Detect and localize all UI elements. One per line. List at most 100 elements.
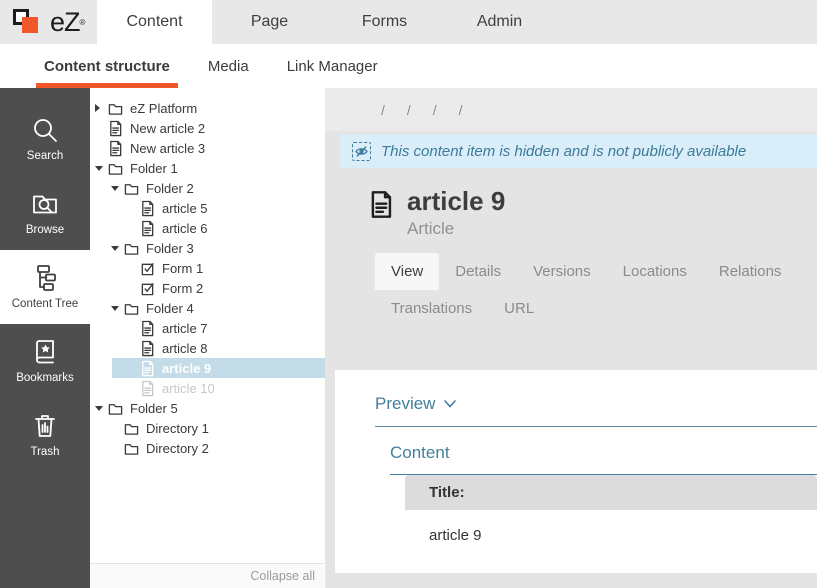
content-tabs: View Details Versions Locations Relation… bbox=[375, 253, 817, 327]
tree-item[interactable]: Form 1 bbox=[90, 258, 325, 278]
sidebar-item[interactable]: Bookmarks bbox=[0, 324, 90, 398]
content-title-block: article 9 Article bbox=[325, 168, 817, 239]
content-tab-label: URL bbox=[504, 300, 534, 317]
tree-item[interactable]: Directory 2 bbox=[90, 438, 325, 458]
tree-toggle-icon[interactable] bbox=[111, 306, 124, 311]
content-tab-label: Translations bbox=[391, 300, 472, 317]
content-fields-section: Content Title: article 9 bbox=[390, 443, 817, 565]
main-nav-tabs: Content Page Forms Admin bbox=[97, 0, 557, 44]
folder-icon bbox=[108, 160, 123, 177]
tree-item-label: article 10 bbox=[162, 381, 215, 396]
collapse-all-button[interactable]: Collapse all bbox=[250, 569, 315, 583]
tree-item-label: Form 2 bbox=[162, 281, 203, 296]
tree-item-label: Folder 1 bbox=[130, 161, 178, 176]
main-nav-tab-label: Page bbox=[251, 13, 288, 30]
trash-icon bbox=[30, 411, 60, 441]
tree-item[interactable]: Folder 4 bbox=[90, 298, 325, 318]
tree-item-label: article 7 bbox=[162, 321, 208, 336]
content-tree-icon bbox=[30, 263, 60, 293]
ez-logo[interactable]: eZ ® bbox=[0, 0, 97, 44]
content-tab[interactable]: Details bbox=[439, 253, 517, 290]
main-nav-tab[interactable]: Content bbox=[97, 0, 212, 44]
main-nav-tab[interactable]: Page bbox=[212, 0, 327, 44]
left-icon-sidebar: Search Browse Content Tree Bookmarks Tra… bbox=[0, 88, 90, 588]
tree-toggle-icon[interactable] bbox=[95, 166, 108, 171]
tree-item[interactable]: article 8 bbox=[90, 338, 325, 358]
breadcrumb-item[interactable] bbox=[422, 102, 448, 118]
tree-toggle-icon[interactable] bbox=[111, 186, 124, 191]
folder-icon bbox=[124, 440, 139, 457]
sub-nav-item-label: Media bbox=[208, 58, 249, 75]
breadcrumb-item bbox=[448, 102, 474, 118]
sidebar-item[interactable]: Trash bbox=[0, 398, 90, 472]
content-tree: eZ Platform New article 2 New article 3 … bbox=[90, 88, 325, 458]
content-tree-panel: eZ Platform New article 2 New article 3 … bbox=[90, 88, 325, 588]
sub-nav-item[interactable]: Link Manager bbox=[279, 44, 386, 88]
article-icon bbox=[108, 120, 123, 137]
sub-nav-item[interactable]: Content structure bbox=[36, 44, 178, 88]
tree-item[interactable]: article 9 bbox=[90, 358, 325, 378]
tree-item[interactable]: Folder 2 bbox=[90, 178, 325, 198]
view-tab-panel: Preview Content Title: article 9 bbox=[335, 370, 817, 573]
sidebar-item-label: Trash bbox=[31, 446, 60, 458]
folder-icon bbox=[124, 180, 139, 197]
content-tab[interactable]: URL bbox=[488, 290, 550, 327]
tree-item-label: Directory 2 bbox=[146, 441, 209, 456]
content-tab[interactable]: View bbox=[375, 253, 439, 290]
tree-toggle-icon[interactable] bbox=[111, 246, 124, 251]
breadcrumb bbox=[325, 88, 817, 131]
preview-section-toggle[interactable]: Preview bbox=[375, 394, 817, 427]
tree-item-label: Folder 5 bbox=[130, 401, 178, 416]
tree-item-label: Directory 1 bbox=[146, 421, 209, 436]
chevron-down-icon bbox=[444, 400, 456, 408]
folder-icon bbox=[124, 300, 139, 317]
main-nav-tab[interactable]: Forms bbox=[327, 0, 442, 44]
tree-item[interactable]: Directory 1 bbox=[90, 418, 325, 438]
sidebar-item[interactable]: Browse bbox=[0, 176, 90, 250]
hidden-notice-text: This content item is hidden and is not p… bbox=[381, 143, 746, 160]
breadcrumb-item[interactable] bbox=[396, 102, 422, 118]
article-icon bbox=[140, 200, 155, 217]
hidden-content-notice: This content item is hidden and is not p… bbox=[340, 134, 817, 168]
sub-nav-item[interactable]: Media bbox=[200, 44, 257, 88]
tree-item[interactable]: article 6 bbox=[90, 218, 325, 238]
tree-item[interactable]: eZ Platform bbox=[90, 98, 325, 118]
folder-icon bbox=[108, 400, 123, 417]
form-icon bbox=[140, 280, 155, 297]
ez-platform-admin-window: eZ ® Content Page Forms Admin Content st… bbox=[0, 0, 817, 588]
tree-toggle-icon[interactable] bbox=[95, 406, 108, 411]
tree-item[interactable]: Folder 1 bbox=[90, 158, 325, 178]
field-label: Title: bbox=[405, 475, 817, 510]
content-tab[interactable]: Locations bbox=[607, 253, 703, 290]
tree-footer: Collapse all bbox=[90, 563, 324, 588]
breadcrumb-item[interactable] bbox=[370, 102, 396, 118]
tree-item[interactable]: Folder 5 bbox=[90, 398, 325, 418]
content-tab[interactable]: Relations bbox=[703, 253, 798, 290]
sidebar-item[interactable]: Search bbox=[0, 102, 90, 176]
content-tab-label: Details bbox=[455, 263, 501, 280]
tree-item-label: article 8 bbox=[162, 341, 208, 356]
tree-item-label: article 6 bbox=[162, 221, 208, 236]
main-content: This content item is hidden and is not p… bbox=[325, 88, 817, 588]
tree-item-label: Form 1 bbox=[162, 261, 203, 276]
sidebar-item[interactable]: Content Tree bbox=[0, 250, 90, 324]
tree-toggle-icon[interactable] bbox=[95, 104, 108, 112]
main-nav-tab[interactable]: Admin bbox=[442, 0, 557, 44]
tree-item[interactable]: New article 2 bbox=[90, 118, 325, 138]
content-tab[interactable]: Translations bbox=[375, 290, 488, 327]
article-icon bbox=[140, 360, 155, 377]
tree-item[interactable]: New article 3 bbox=[90, 138, 325, 158]
tree-item-label: article 9 bbox=[162, 361, 211, 376]
tree-item[interactable]: article 5 bbox=[90, 198, 325, 218]
content-tab[interactable]: Versions bbox=[517, 253, 607, 290]
tree-item-label: Folder 4 bbox=[146, 301, 194, 316]
tree-item[interactable]: Form 2 bbox=[90, 278, 325, 298]
registered-mark: ® bbox=[80, 18, 86, 27]
tree-item[interactable]: article 10 bbox=[90, 378, 325, 398]
tree-item[interactable]: Folder 3 bbox=[90, 238, 325, 258]
main-nav-tab-label: Forms bbox=[362, 13, 407, 30]
tree-item[interactable]: article 7 bbox=[90, 318, 325, 338]
article-icon bbox=[368, 189, 394, 220]
folder-icon bbox=[108, 100, 123, 117]
article-icon bbox=[108, 140, 123, 157]
